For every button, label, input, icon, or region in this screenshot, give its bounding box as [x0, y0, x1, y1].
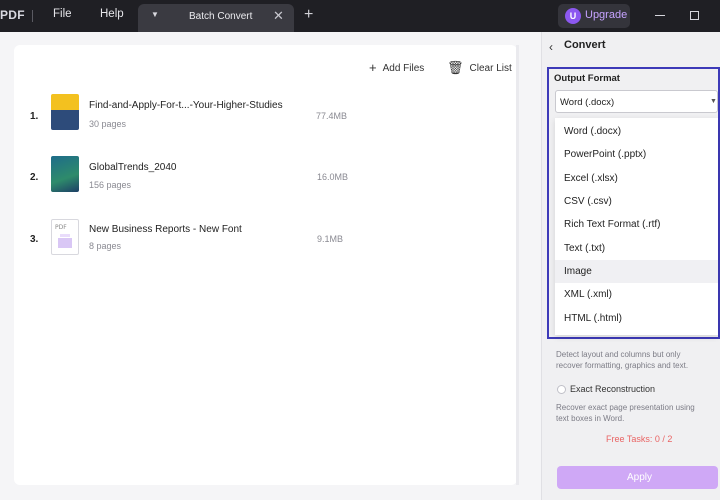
- pdf-file-icon: PDF: [51, 219, 79, 255]
- file-thumbnail: [51, 156, 79, 192]
- title-bar: PDF File Help ▼ Batch Convert ✕ + U Upgr…: [0, 0, 720, 32]
- file-size: 77.4MB: [316, 111, 348, 121]
- selected-format: Word (.docx): [560, 97, 615, 108]
- list-item[interactable]: 3. PDF New Business Reports - New Font 8…: [0, 218, 503, 278]
- tab-label: Batch Convert: [189, 11, 253, 22]
- exact-reconstruction-radio[interactable]: [557, 385, 566, 394]
- file-pages: 8 pages: [89, 241, 122, 251]
- back-icon[interactable]: ‹: [549, 40, 553, 54]
- output-format-select[interactable]: Word (.docx) ▼: [555, 90, 718, 113]
- option-excel[interactable]: Excel (.xlsx): [555, 167, 718, 190]
- file-number: 2.: [30, 172, 39, 183]
- apply-label: Apply: [627, 472, 653, 483]
- upgrade-label: Upgrade: [585, 9, 628, 21]
- chevron-down-icon: ▼: [710, 98, 717, 105]
- file-pages: 30 pages: [89, 119, 127, 129]
- exact-reconstruction-label: Exact Reconstruction: [570, 384, 656, 394]
- menu-help[interactable]: Help: [100, 8, 124, 20]
- svg-text:PDF: PDF: [55, 224, 67, 231]
- list-item[interactable]: 1. Find-and-Apply-For-t...-Your-Higher-S…: [0, 92, 503, 152]
- app-logo: PDF: [0, 8, 25, 22]
- menu-file[interactable]: File: [53, 8, 72, 20]
- clear-list-button[interactable]: 🗑 Clear List: [447, 59, 512, 75]
- maximize-icon[interactable]: [690, 11, 699, 20]
- add-tab-icon[interactable]: +: [304, 6, 313, 24]
- output-format-label: Output Format: [554, 73, 620, 84]
- file-name: New Business Reports - New Font: [89, 224, 242, 235]
- option-text[interactable]: Text (.txt): [555, 237, 718, 260]
- add-files-button[interactable]: + Add Files: [369, 59, 425, 75]
- apply-button[interactable]: Apply: [557, 466, 718, 489]
- file-pages: 156 pages: [89, 180, 132, 190]
- option-csv[interactable]: CSV (.csv): [555, 190, 718, 213]
- list-item[interactable]: 2. GlobalTrends_2040 156 pages 16.0MB: [0, 155, 503, 215]
- file-size: 9.1MB: [317, 234, 344, 244]
- panel-title: Convert: [564, 39, 606, 51]
- format-dropdown: Word (.docx) PowerPoint (.pptx) Excel (.…: [555, 118, 718, 335]
- divider: [32, 10, 33, 22]
- layout-description: Detect layout and columns but only recov…: [556, 350, 689, 370]
- option-rtf[interactable]: Rich Text Format (.rtf): [555, 213, 718, 236]
- close-icon[interactable]: ✕: [273, 8, 284, 24]
- file-size: 16.0MB: [317, 172, 349, 182]
- option-word[interactable]: Word (.docx): [555, 120, 718, 143]
- tab-batch-convert[interactable]: ▼ Batch Convert ✕: [138, 4, 294, 32]
- file-name: GlobalTrends_2040: [89, 162, 177, 173]
- file-thumbnail: [51, 94, 79, 130]
- trash-icon: 🗑: [447, 60, 464, 75]
- option-image[interactable]: Image: [555, 260, 718, 283]
- file-number: 1.: [30, 111, 39, 122]
- exact-description: Recover exact page presentation using te…: [556, 403, 695, 423]
- tab-dropdown-icon[interactable]: ▼: [151, 10, 159, 19]
- file-name: Find-and-Apply-For-t...-Your-Higher-Stud…: [89, 100, 283, 111]
- clear-list-label: Clear List: [469, 63, 512, 74]
- plus-icon: +: [369, 60, 377, 75]
- file-number: 3.: [30, 234, 39, 245]
- avatar: U: [565, 8, 581, 24]
- option-xml[interactable]: XML (.xml): [555, 283, 718, 306]
- scrollbar[interactable]: [516, 45, 519, 485]
- option-html[interactable]: HTML (.html): [555, 307, 718, 330]
- add-files-label: Add Files: [382, 63, 425, 74]
- upgrade-button[interactable]: U Upgrade: [558, 4, 630, 28]
- minimize-icon[interactable]: [655, 15, 665, 16]
- free-tasks-counter: Free Tasks: 0 / 2: [606, 434, 673, 444]
- option-powerpoint[interactable]: PowerPoint (.pptx): [555, 143, 718, 166]
